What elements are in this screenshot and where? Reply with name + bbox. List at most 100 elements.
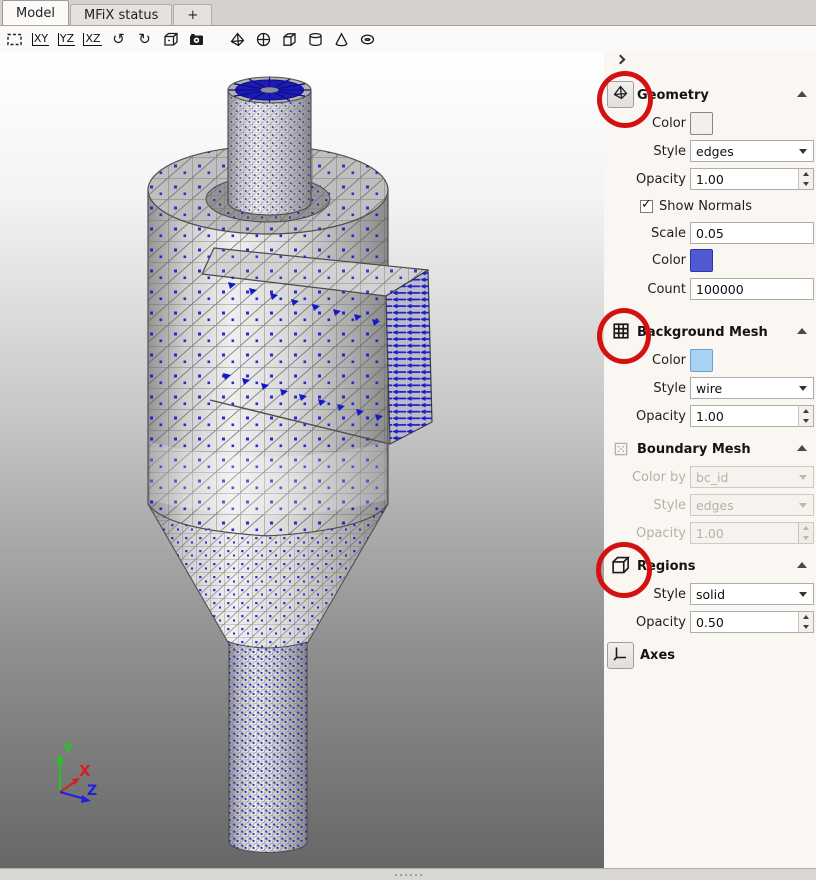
regions-section-title: Regions xyxy=(637,559,696,574)
view-yz-button[interactable]: YZ xyxy=(57,29,76,49)
box-icon xyxy=(281,31,298,48)
add-sphere-button[interactable] xyxy=(254,29,273,49)
regions-opacity-label: Opacity xyxy=(604,615,686,630)
regions-icon[interactable] xyxy=(609,554,631,576)
spin-up-button xyxy=(799,523,813,533)
boundary-mesh-color-by-label: Color by xyxy=(604,470,686,485)
camera-icon xyxy=(188,31,205,48)
add-cylinder-button[interactable] xyxy=(306,29,325,49)
geometry-opacity-label: Opacity xyxy=(604,172,686,187)
geometry-section-title: Geometry xyxy=(637,88,709,103)
boundary-mesh-section-title: Boundary Mesh xyxy=(637,442,751,457)
background-mesh-style-select[interactable]: wire xyxy=(690,377,814,399)
boundary-mesh-opacity-spinbox: 1.00 xyxy=(690,522,814,544)
background-mesh-color-swatch[interactable] xyxy=(690,349,713,372)
add-cone-button[interactable] xyxy=(332,29,351,49)
geometry-color-swatch[interactable] xyxy=(690,112,713,135)
background-mesh-opacity-spinbox[interactable]: 1.00 xyxy=(690,405,814,427)
rotate-ccw-icon: ↺ xyxy=(112,32,125,47)
rotate-cw-icon: ↻ xyxy=(138,32,151,47)
screenshot-button[interactable] xyxy=(187,29,206,49)
geometry-opacity-value: 1.00 xyxy=(696,172,724,187)
boundary-mesh-color-by-select: bc_id xyxy=(690,466,814,488)
chevron-down-icon xyxy=(799,503,807,508)
geometry-toggle-button[interactable] xyxy=(228,29,247,49)
geometry-icon xyxy=(612,84,629,105)
add-torus-button[interactable] xyxy=(358,29,377,49)
regions-style-select[interactable]: solid xyxy=(690,583,814,605)
regions-opacity-spinbox[interactable]: 0.50 xyxy=(690,611,814,633)
spin-down-button[interactable] xyxy=(799,416,813,426)
view-toolbar: XY YZ XZ ↺ ↻ xyxy=(0,26,816,52)
view-xy-button[interactable]: XY xyxy=(31,29,50,49)
normals-count-input[interactable]: 100000 xyxy=(690,278,814,300)
background-mesh-collapse-arrow[interactable] xyxy=(797,328,807,334)
regions-style-value: solid xyxy=(696,587,725,602)
boundary-mesh-style-select: edges xyxy=(690,494,814,516)
splitter-handle[interactable] xyxy=(0,868,816,880)
axes-icon xyxy=(612,645,629,666)
vortex-finder xyxy=(228,77,311,215)
boundary-mesh-style-value: edges xyxy=(696,498,734,513)
regions-opacity-value: 0.50 xyxy=(696,615,724,630)
rotate-left-button[interactable]: ↺ xyxy=(109,29,128,49)
geometry-collapse-arrow[interactable] xyxy=(797,91,807,97)
xy-label: XY xyxy=(32,33,49,46)
boundary-mesh-opacity-value: 1.00 xyxy=(696,526,724,541)
normals-scale-value: 0.05 xyxy=(696,226,724,241)
yz-label: YZ xyxy=(58,33,75,46)
3d-viewport[interactable]: Y X Z xyxy=(0,52,604,868)
background-mesh-section-title: Background Mesh xyxy=(637,325,768,340)
axes-toggle-button[interactable] xyxy=(607,642,634,669)
show-normals-checkbox[interactable]: ✓ xyxy=(640,200,653,213)
regions-collapse-arrow[interactable] xyxy=(797,562,807,568)
collapse-panel-button[interactable] xyxy=(616,55,626,65)
tab-add[interactable]: + xyxy=(173,4,212,25)
geometry-style-label: Style xyxy=(604,144,686,159)
background-mesh-icon[interactable] xyxy=(612,322,630,340)
boundary-mesh-icon[interactable] xyxy=(612,440,630,458)
spin-up-button[interactable] xyxy=(799,612,813,622)
rotate-right-button[interactable]: ↻ xyxy=(135,29,154,49)
show-normals-label: Show Normals xyxy=(659,199,752,214)
normals-count-value: 100000 xyxy=(696,282,744,297)
normals-color-label: Color xyxy=(604,253,686,268)
tab-model[interactable]: Model xyxy=(2,0,69,25)
chevron-down-icon xyxy=(799,475,807,480)
mfix-window: Model MFiX status + XY YZ XZ ↺ ↻ xyxy=(0,0,816,880)
chevron-down-icon xyxy=(799,592,807,597)
torus-icon xyxy=(359,31,376,48)
spin-up-button[interactable] xyxy=(799,406,813,416)
view-xz-button[interactable]: XZ xyxy=(83,29,102,49)
boundary-mesh-collapse-arrow[interactable] xyxy=(797,445,807,451)
cylinder-icon xyxy=(307,31,324,48)
background-mesh-opacity-value: 1.00 xyxy=(696,409,724,424)
tab-bar: Model MFiX status + xyxy=(0,0,816,26)
chevron-down-icon xyxy=(799,149,807,154)
boundary-mesh-opacity-label: Opacity xyxy=(604,526,686,541)
regions-style-label: Style xyxy=(604,587,686,602)
axis-label-x: X xyxy=(79,762,91,780)
normals-color-swatch[interactable] xyxy=(690,249,713,272)
normals-scale-input[interactable]: 0.05 xyxy=(690,222,814,244)
geometry-color-label: Color xyxy=(604,116,686,131)
perspective-cube-icon xyxy=(162,31,179,48)
fit-view-button[interactable] xyxy=(5,29,24,49)
background-mesh-style-value: wire xyxy=(696,381,722,396)
perspective-button[interactable] xyxy=(161,29,180,49)
spin-down-button[interactable] xyxy=(799,622,813,632)
geometry-style-value: edges xyxy=(696,144,734,159)
geometry-opacity-spinbox[interactable]: 1.00 xyxy=(690,168,814,190)
axis-label-z: Z xyxy=(87,783,97,799)
normals-scale-label: Scale xyxy=(604,226,686,241)
normals-count-label: Count xyxy=(604,282,686,297)
spin-up-button[interactable] xyxy=(799,169,813,179)
geometry-style-select[interactable]: edges xyxy=(690,140,814,162)
dashed-selection-box-icon xyxy=(6,31,23,48)
background-mesh-style-label: Style xyxy=(604,381,686,396)
geometry-section-button[interactable] xyxy=(607,81,634,108)
add-box-button[interactable] xyxy=(280,29,299,49)
chevron-down-icon xyxy=(799,386,807,391)
spin-down-button[interactable] xyxy=(799,179,813,189)
tab-mfix-status[interactable]: MFiX status xyxy=(70,4,172,25)
